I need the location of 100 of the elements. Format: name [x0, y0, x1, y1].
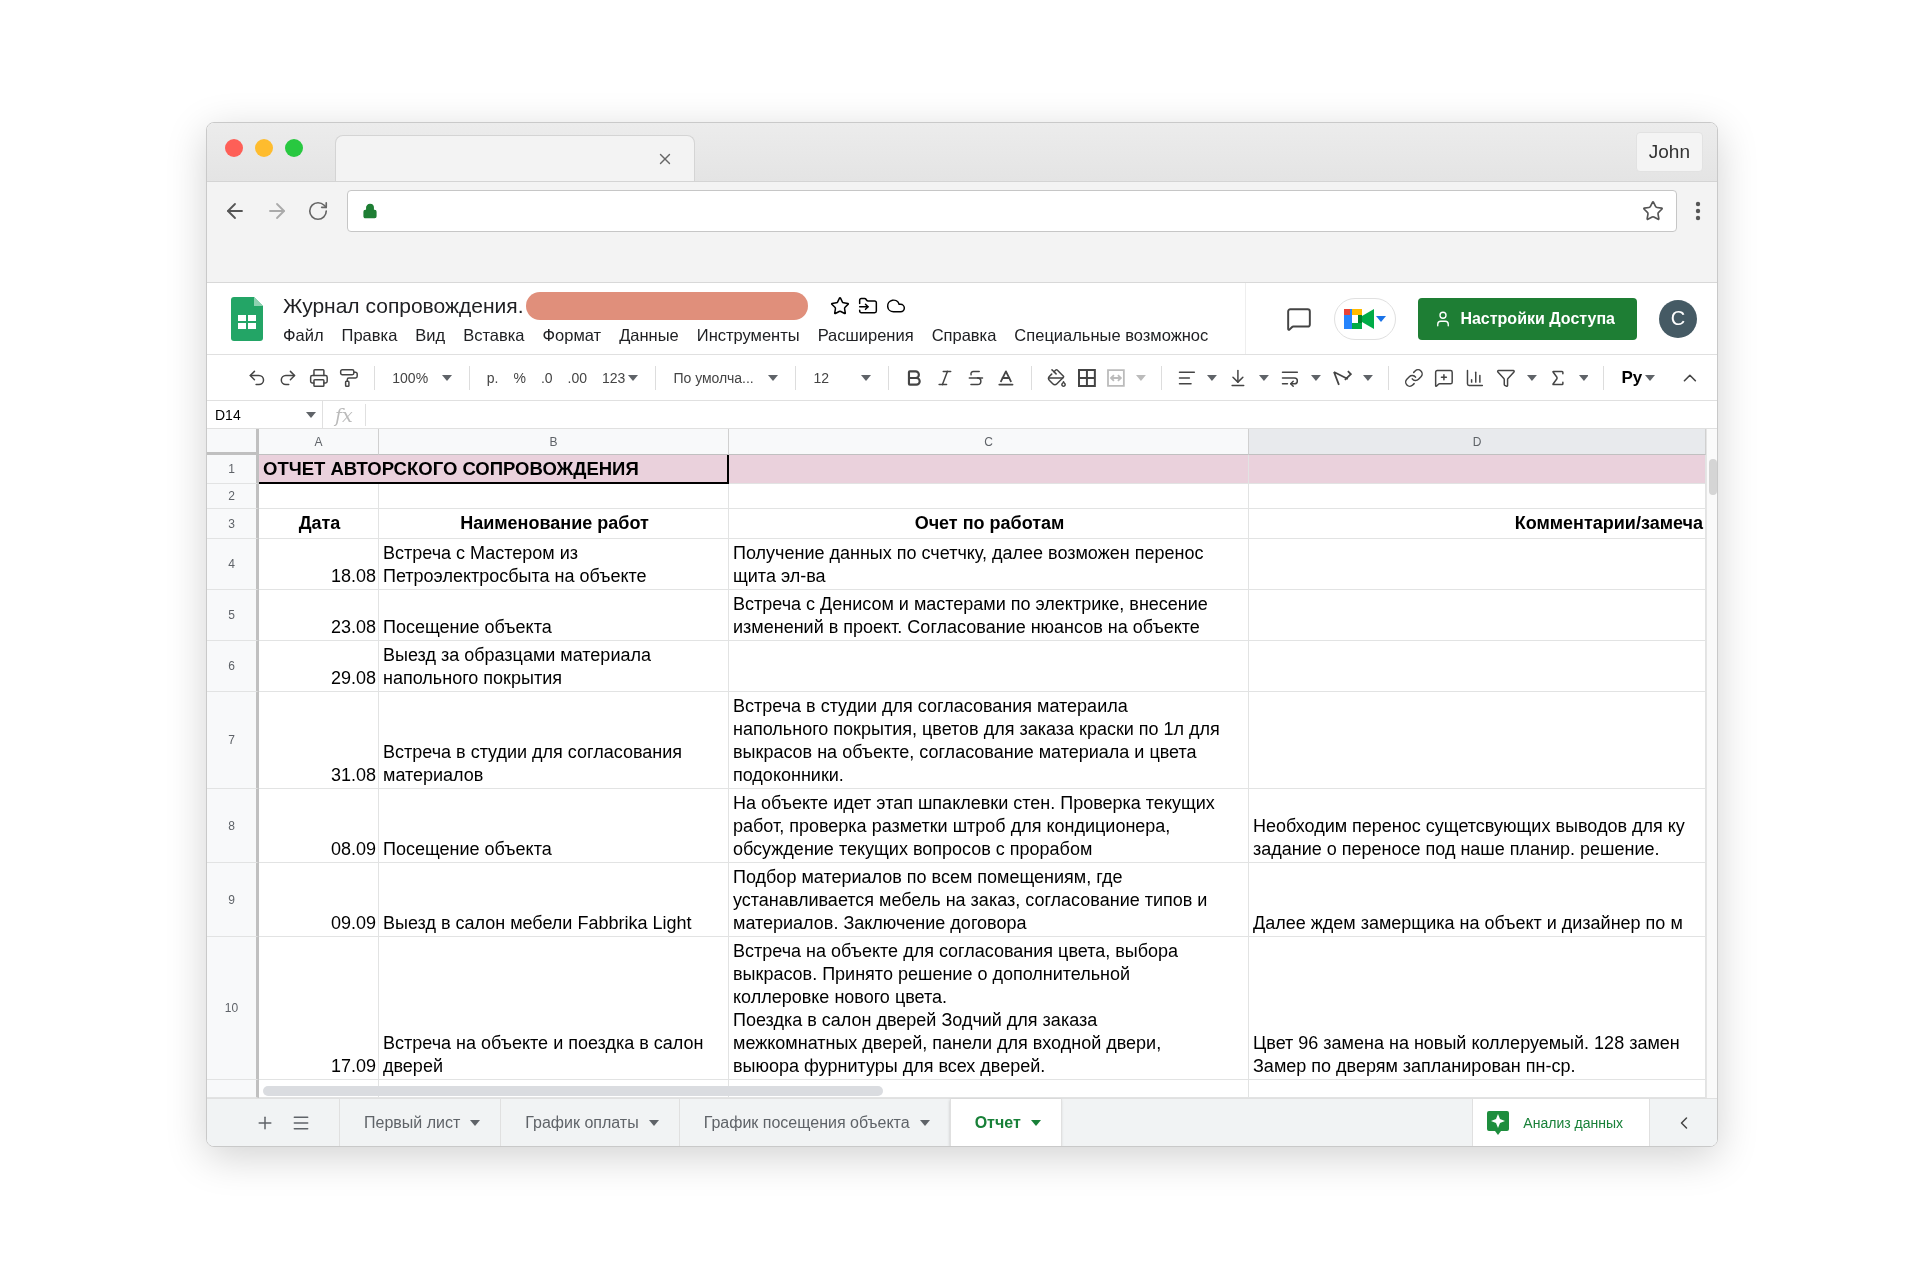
row-number[interactable]: 5: [207, 590, 259, 641]
avatar[interactable]: C: [1659, 299, 1697, 338]
table-cell: Встреча на объекте для согласования цвета, выбора выкрасов. Принято решение о дополнительной коллеровке нового цвета. Поездка в салон дверей Зодчий для заказа межкомнатных дверей, панели для входной двери, выюора фурнитуры для всех дверей.: [729, 937, 1249, 1080]
row-number[interactable]: 3: [207, 509, 259, 539]
caret-icon: [441, 374, 452, 381]
cloud-icon: [885, 296, 906, 316]
caret-icon: [860, 374, 871, 381]
horizontal-scrollbar[interactable]: [263, 1086, 883, 1096]
column-header[interactable]: B: [379, 429, 729, 455]
caret-icon: [1310, 374, 1321, 381]
menu-item[interactable]: Справка: [931, 326, 997, 345]
caret-icon: [1030, 1119, 1041, 1126]
zoom-dropdown[interactable]: 100%: [390, 367, 454, 388]
decrease-decimals-button[interactable]: .0: [538, 367, 555, 388]
filter-icon: [1496, 367, 1516, 388]
table-cell: 18.08: [259, 539, 379, 590]
minimize-window-button[interactable]: [255, 139, 273, 157]
column-title: Наименование работ: [379, 509, 729, 539]
table-cell: 29.08: [259, 641, 379, 692]
row-number[interactable]: 1: [207, 455, 259, 484]
menu-item[interactable]: Вид: [415, 326, 446, 345]
share-button[interactable]: Настройки Доступа: [1418, 297, 1637, 340]
column-title: Дата: [259, 509, 379, 539]
row-number[interactable]: 10: [207, 937, 259, 1080]
vertical-scrollbar[interactable]: [1706, 429, 1717, 1098]
folder-icon: [857, 296, 878, 316]
caret-icon: [306, 411, 316, 418]
caret-icon: [648, 1119, 659, 1126]
table-cell: Встреча с Мастером из Петроэлектросбыта на объекте: [379, 539, 729, 590]
collapse-button[interactable]: [1649, 1099, 1717, 1146]
caret-icon: [1376, 315, 1387, 322]
lock-icon: [362, 203, 378, 219]
caret-icon: [768, 374, 779, 381]
address-bar[interactable]: [347, 190, 1677, 232]
input-tools-button[interactable]: Ру: [1619, 365, 1658, 390]
caret-icon: [470, 1119, 481, 1126]
select-all-corner[interactable]: [207, 429, 259, 455]
chart-icon: [1465, 367, 1485, 388]
menu-icon[interactable]: [1695, 201, 1701, 221]
percent-button[interactable]: %: [511, 367, 528, 388]
table-cell: Встреча на объекте и поездка в салон дверей: [379, 937, 729, 1080]
menu-item[interactable]: Вставка: [463, 326, 525, 345]
merge-cells-icon: [1106, 368, 1125, 387]
sheet-tab[interactable]: График оплаты: [500, 1099, 679, 1146]
menu-item[interactable]: Расширения: [817, 326, 914, 345]
increase-decimals-button[interactable]: .00: [565, 367, 590, 388]
column-title: Комментарии/замеча: [1249, 509, 1706, 539]
row-number[interactable]: 7: [207, 692, 259, 789]
table-cell: Посещение объекта: [379, 789, 729, 863]
column-header[interactable]: C: [729, 429, 1249, 455]
star-icon: [829, 296, 850, 316]
row-number[interactable]: 2: [207, 484, 259, 509]
table-cell: Подбор материалов по всем помещениям, где устанавливается мебель на заказ, согласование типов и материалов. Заключение договора: [729, 863, 1249, 937]
explore-button[interactable]: Анализ данных: [1472, 1099, 1649, 1146]
table-cell: Встреча в студии для согласования матераила напольного покрытия, цветов для заказа краски по 1л для выкрасов на объекте, согласование материала и цвета подоконники.: [729, 692, 1249, 789]
name-box[interactable]: D14: [207, 401, 323, 428]
formula-label: fx: [323, 403, 366, 426]
text-rotation-icon: [1331, 368, 1352, 387]
menu-item[interactable]: Файл: [283, 326, 324, 345]
sheet-tab[interactable]: Первый лист: [339, 1099, 501, 1146]
document-title[interactable]: Журнал сопровождения.: [283, 294, 524, 318]
add-comment-icon: [1434, 367, 1455, 388]
table-cell: 09.09: [259, 863, 379, 937]
menu-item[interactable]: Инструменты: [696, 326, 800, 345]
font-size-dropdown[interactable]: 12: [811, 367, 873, 388]
caret-icon: [1645, 374, 1656, 381]
video-camera-icon: [1344, 306, 1375, 331]
row-number[interactable]: 4: [207, 539, 259, 590]
menu-item[interactable]: Данные: [619, 326, 679, 345]
column-header[interactable]: A: [259, 429, 379, 455]
table-cell: На объекте идет этап шпаклевки стен. Проверка текущих работ, проверка разметки штроб для кондиционера, обсуждение текущих вопросов с прорабом: [729, 789, 1249, 863]
table-cell: 23.08: [259, 590, 379, 641]
menu-item[interactable]: Специальные возможнос: [1014, 326, 1209, 345]
caret-icon: [1259, 374, 1270, 381]
print-icon: [308, 367, 329, 388]
row-number[interactable]: 8: [207, 789, 259, 863]
maximize-window-button[interactable]: [285, 139, 303, 157]
currency-button[interactable]: р.: [484, 367, 501, 388]
number-format-dropdown[interactable]: 123: [600, 367, 641, 388]
table-cell: 17.09: [259, 937, 379, 1080]
column-header[interactable]: D: [1249, 429, 1706, 455]
font-dropdown[interactable]: По умолча...: [671, 367, 781, 388]
row-header[interactable]: [207, 1080, 259, 1098]
spreadsheet-logo-icon[interactable]: [231, 296, 263, 341]
borders-icon: [1078, 368, 1096, 387]
browser-tab[interactable]: [335, 135, 695, 181]
table-cell: Выезд в салон мебели Fabbrika Light: [379, 863, 729, 937]
fill-color-icon: [1047, 367, 1067, 388]
sheet-tab[interactable]: Отчет: [949, 1099, 1061, 1146]
menu-item[interactable]: Правка: [341, 326, 398, 345]
close-window-button[interactable]: [225, 139, 243, 157]
sheet-tab[interactable]: График посещения объекта: [678, 1099, 950, 1146]
profile-button[interactable]: John: [1635, 132, 1703, 172]
menu-item[interactable]: Формат: [542, 326, 602, 345]
row-number[interactable]: 6: [207, 641, 259, 692]
table-cell: Встреча с Денисом и мастерами по электрике, внесение изменений в проект. Согласование нюансов на объекте: [729, 590, 1249, 641]
paint-roller-icon: [339, 367, 360, 388]
caret-icon: [1207, 374, 1218, 381]
table-cell: Выезд за образцами материала напольного покрытия: [379, 641, 729, 692]
row-number[interactable]: 9: [207, 863, 259, 937]
